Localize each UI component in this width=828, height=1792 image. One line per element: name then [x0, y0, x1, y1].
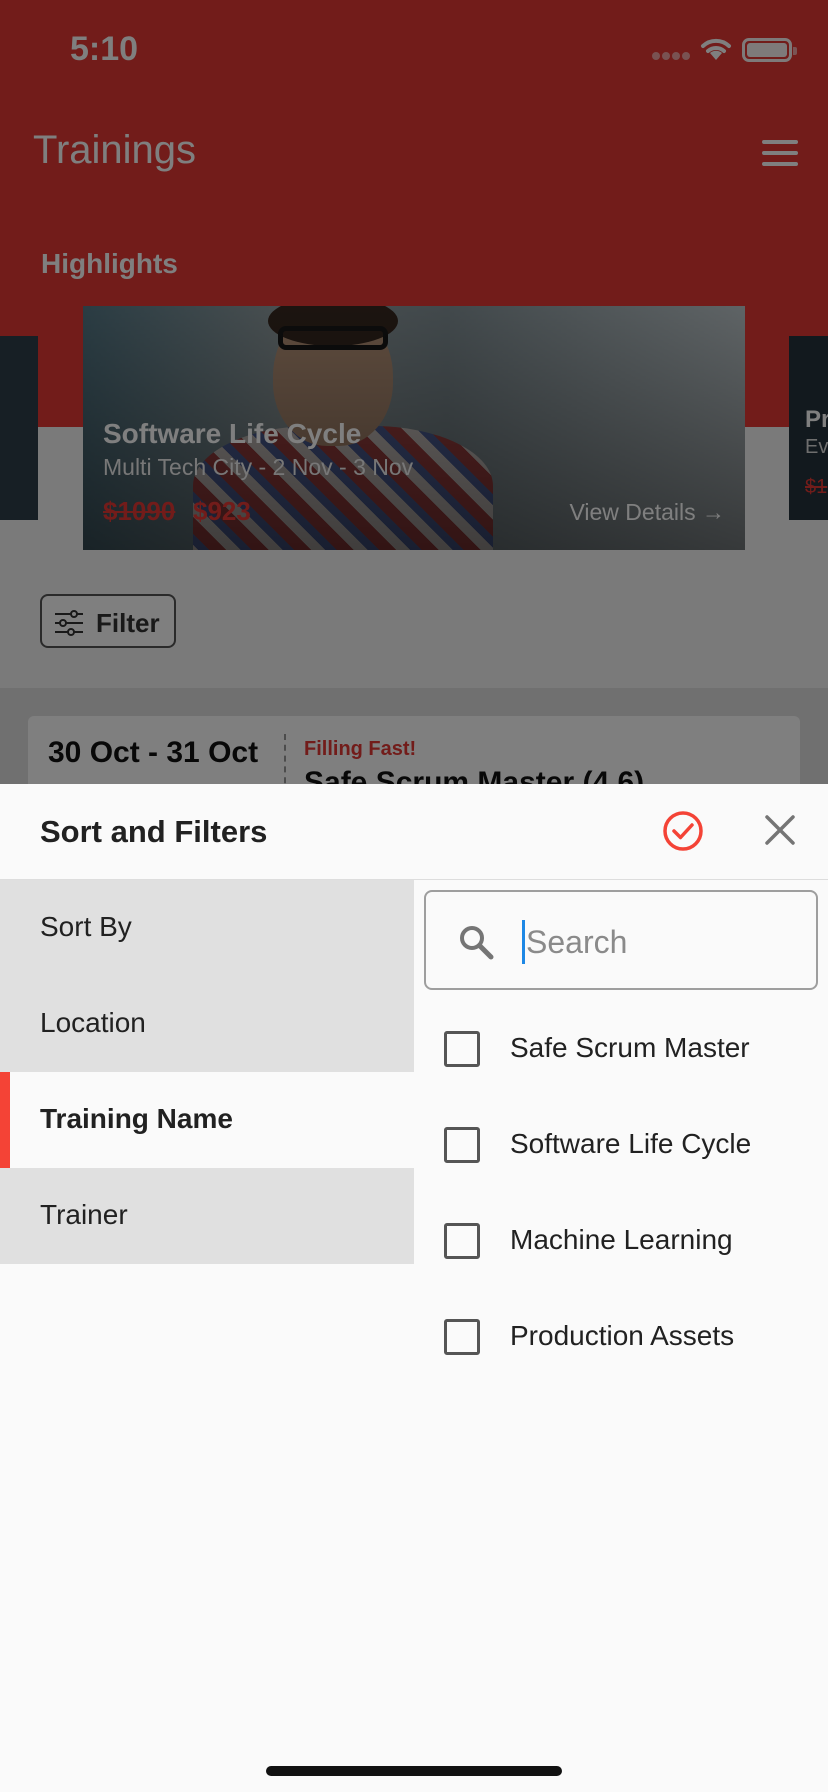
home-indicator[interactable] [266, 1766, 562, 1776]
checkbox[interactable] [444, 1319, 480, 1355]
active-indicator [0, 1072, 10, 1168]
sheet-header: Sort and Filters [0, 784, 828, 880]
trainings-screen: 5:10 Trainings Highlights Software Life … [0, 0, 828, 816]
training-name-options: Safe Scrum Master Software Life Cycle Ma… [424, 1000, 828, 1384]
search-icon [460, 926, 494, 960]
filter-category-nav: Sort By Location Training Name Trainer [0, 880, 414, 1264]
option-label: Production Assets [510, 1320, 735, 1351]
check-circle-icon[interactable] [662, 810, 704, 852]
nav-item-trainer[interactable]: Trainer [0, 1168, 414, 1264]
search-input[interactable] [526, 912, 796, 972]
option-label: Machine Learning [510, 1224, 733, 1255]
checkbox[interactable] [444, 1031, 480, 1067]
nav-item-training-name[interactable]: Training Name [0, 1072, 414, 1168]
modal-scrim[interactable] [0, 0, 828, 784]
close-icon[interactable] [762, 812, 798, 848]
search-field[interactable] [424, 890, 818, 990]
checkbox[interactable] [444, 1223, 480, 1259]
option-label: Software Life Cycle [510, 1128, 752, 1159]
app-screen: 5:10 Trainings Highlights Software Life … [0, 0, 828, 1792]
checkbox[interactable] [444, 1127, 480, 1163]
option-production-assets[interactable]: Production Assets [424, 1288, 828, 1384]
nav-item-label: Trainer [40, 1199, 128, 1230]
nav-item-sort-by[interactable]: Sort By [0, 880, 414, 976]
nav-item-location[interactable]: Location [0, 976, 414, 1072]
nav-item-label: Location [40, 1007, 146, 1038]
nav-item-label: Training Name [40, 1103, 233, 1134]
nav-item-label: Sort By [40, 911, 132, 942]
option-label: Safe Scrum Master [510, 1032, 750, 1063]
option-machine-learning[interactable]: Machine Learning [424, 1192, 828, 1288]
text-cursor [522, 920, 525, 964]
sort-filter-sheet: Sort and Filters Sort By Location Traini… [0, 784, 828, 1792]
option-software-life-cycle[interactable]: Software Life Cycle [424, 1096, 828, 1192]
option-safe-scrum-master[interactable]: Safe Scrum Master [424, 1000, 828, 1096]
sheet-title: Sort and Filters [40, 814, 268, 849]
